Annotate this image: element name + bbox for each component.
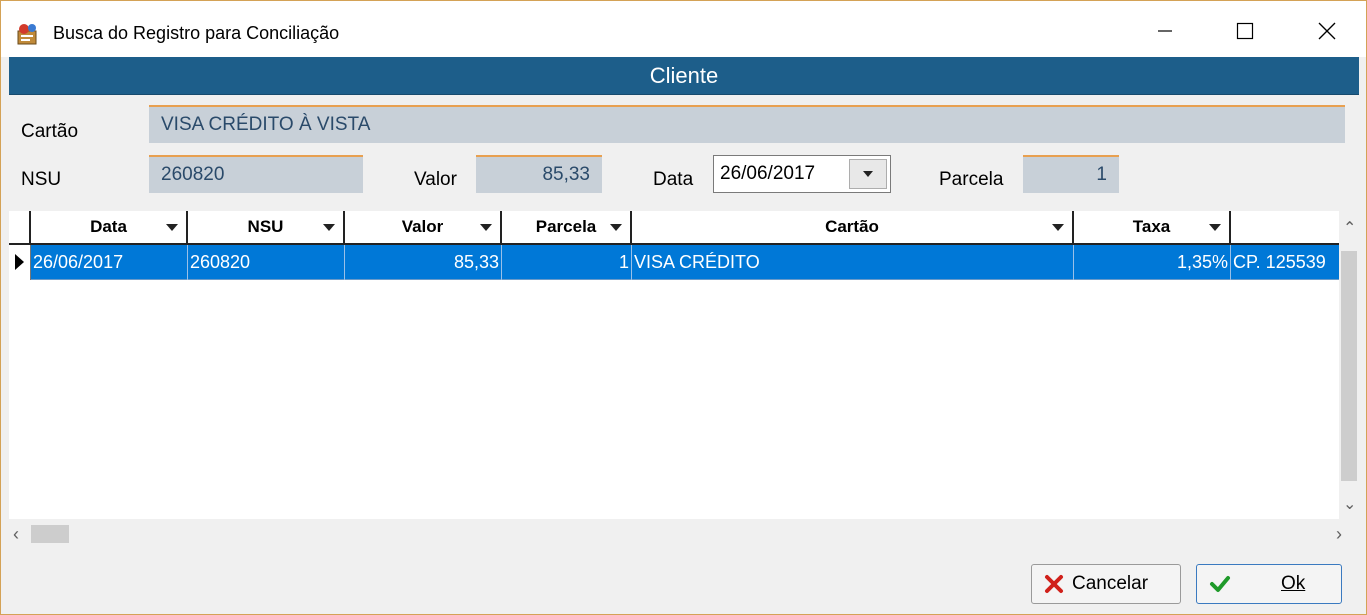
cartao-label: Cartão (21, 121, 79, 142)
sort-arrow-icon[interactable] (166, 224, 178, 231)
section-header: Cliente (9, 57, 1359, 95)
column-header-nsu[interactable]: NSU (188, 211, 345, 243)
close-button[interactable] (1304, 11, 1350, 51)
sort-arrow-icon[interactable] (1052, 224, 1064, 231)
cell-parcela[interactable]: 1 (502, 245, 632, 280)
cell-data[interactable]: 26/06/2017 (31, 245, 188, 280)
column-header-parcela[interactable]: Parcela (502, 211, 632, 243)
column-header-label: NSU (247, 217, 284, 236)
valor-field[interactable]: 85,33 (476, 155, 602, 193)
cartao-field[interactable]: VISA CRÉDITO À VISTA (149, 105, 1345, 143)
cell-extra[interactable]: CP. 125539 (1231, 245, 1339, 280)
cell-nsu[interactable]: 260820 (188, 245, 345, 280)
app-icon (15, 21, 41, 47)
column-header-cartao[interactable]: Cartão (632, 211, 1074, 243)
chevron-down-icon (863, 171, 873, 177)
maximize-button[interactable] (1222, 11, 1268, 51)
column-header-label: Taxa (1132, 217, 1171, 236)
vertical-scroll-thumb[interactable] (1341, 251, 1357, 481)
scroll-up-icon[interactable]: ⌃ (1343, 221, 1356, 237)
current-row-icon (9, 245, 31, 280)
nsu-field[interactable]: 260820 (149, 155, 363, 193)
cancel-button[interactable]: Cancelar (1031, 564, 1181, 604)
scroll-down-icon[interactable]: ⌄ (1343, 497, 1356, 513)
ok-button[interactable]: Ok (1196, 564, 1342, 604)
sort-arrow-icon[interactable] (610, 224, 622, 231)
cancel-label: Cancelar (1072, 573, 1149, 594)
cell-cartao[interactable]: VISA CRÉDITO (632, 245, 1074, 280)
nsu-label: NSU (21, 169, 62, 190)
column-header-label: Parcela (535, 217, 597, 236)
horizontal-scroll-thumb[interactable] (31, 525, 69, 543)
date-value[interactable]: 26/06/2017 (714, 163, 849, 185)
column-header-valor[interactable]: Valor (345, 211, 502, 243)
cell-taxa[interactable]: 1,35% (1074, 245, 1231, 280)
column-header-data[interactable]: Data (31, 211, 188, 243)
cell-valor[interactable]: 85,33 (345, 245, 502, 280)
valor-label: Valor (414, 169, 457, 190)
window-title: Busca do Registro para Conciliação (53, 23, 340, 43)
ok-label: Ok (1281, 573, 1306, 594)
dialog-window: Busca do Registro para Conciliação Clien… (0, 0, 1367, 615)
sort-arrow-icon[interactable] (1209, 224, 1221, 231)
minimize-button[interactable] (1142, 11, 1188, 51)
sort-arrow-icon[interactable] (323, 224, 335, 231)
results-grid[interactable]: Data NSU Valor Parcela Cartão Taxa 26/06… (9, 211, 1359, 549)
title-bar[interactable]: Busca do Registro para Conciliação (1, 1, 1366, 57)
x-icon (1044, 574, 1064, 594)
close-icon (1318, 22, 1336, 40)
horizontal-scrollbar[interactable]: ‹ › (9, 519, 1359, 549)
parcela-field[interactable]: 1 (1023, 155, 1119, 193)
filter-form: Cartão VISA CRÉDITO À VISTA NSU 260820 V… (9, 95, 1359, 211)
date-picker[interactable]: 26/06/2017 (713, 155, 891, 193)
grid-header: Data NSU Valor Parcela Cartão Taxa (9, 211, 1339, 245)
column-header-label: Cartão (825, 217, 879, 236)
parcela-label: Parcela (939, 169, 1004, 190)
checkmark-icon (1209, 574, 1231, 594)
scroll-left-icon[interactable]: ‹ (13, 525, 19, 543)
row-indicator-header (9, 211, 31, 243)
sort-arrow-icon[interactable] (480, 224, 492, 231)
column-header-label: Data (90, 217, 127, 236)
column-header-taxa[interactable]: Taxa (1074, 211, 1231, 243)
maximize-icon (1236, 22, 1254, 40)
minimize-icon (1158, 30, 1172, 32)
data-label: Data (653, 169, 694, 190)
table-row[interactable]: 26/06/2017 260820 85,33 1 VISA CRÉDITO 1… (9, 245, 1339, 280)
vertical-scrollbar[interactable]: ⌃ ⌄ (1339, 211, 1359, 521)
scroll-right-icon[interactable]: › (1336, 525, 1342, 543)
date-dropdown-button[interactable] (849, 159, 887, 189)
column-header-label: Valor (401, 217, 444, 236)
